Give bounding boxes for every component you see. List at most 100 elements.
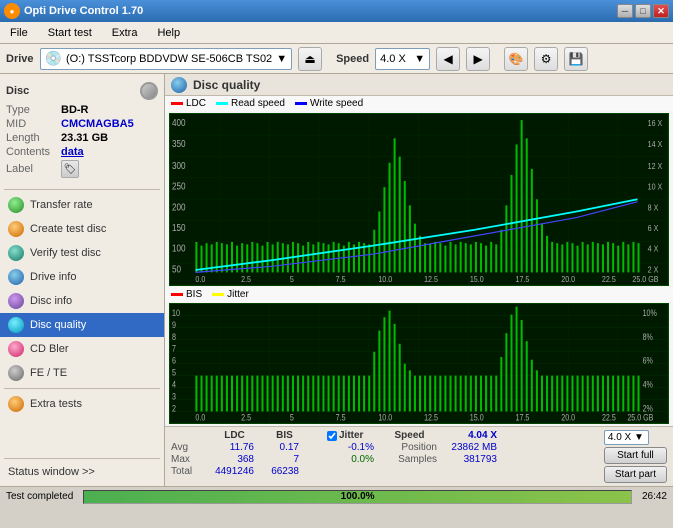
length-value: 23.31 GB (61, 132, 108, 144)
legend-ldc-color (171, 102, 183, 105)
main-layout: Disc Type BD-R MID CMCMAGBA5 Length 23.3… (0, 74, 673, 486)
legend-read-speed: Read speed (216, 98, 285, 109)
svg-text:10: 10 (172, 308, 180, 318)
transfer-rate-label: Transfer rate (30, 199, 93, 211)
legend-write-speed-color (295, 102, 307, 105)
sidebar-item-disc-info[interactable]: Disc info (0, 289, 164, 313)
legend-jitter: Jitter (212, 289, 249, 300)
mid-label: MID (6, 118, 61, 130)
sidebar-item-create-test-disc[interactable]: Create test disc (0, 217, 164, 241)
label-label: Label (6, 163, 61, 175)
top-chart-svg: 400 350 300 250 200 150 100 50 16 X 14 X… (170, 114, 668, 285)
sidebar-item-verify-test-disc[interactable]: Verify test disc (0, 241, 164, 265)
sidebar-item-fe-te[interactable]: FE / TE (0, 361, 164, 385)
legend-ldc: LDC (171, 98, 206, 109)
svg-text:14 X: 14 X (648, 139, 663, 149)
cd-bler-label: CD Bler (30, 343, 69, 355)
contents-value[interactable]: data (61, 146, 84, 158)
disc-info-label: Disc info (30, 295, 72, 307)
disc-section-label: Disc (6, 85, 29, 97)
close-button[interactable]: ✕ (653, 4, 669, 18)
svg-text:2 X: 2 X (648, 265, 659, 275)
svg-text:25.0 GB: 25.0 GB (632, 275, 658, 285)
legend-bis-label: BIS (186, 289, 202, 300)
disc-icon[interactable] (140, 82, 158, 100)
svg-text:300: 300 (172, 160, 186, 171)
legend-jitter-label: Jitter (227, 289, 249, 300)
svg-text:4 X: 4 X (648, 244, 659, 254)
svg-text:2.5: 2.5 (241, 412, 251, 422)
svg-text:15.0: 15.0 (470, 275, 484, 285)
drive-dropdown-icon: ▼ (276, 53, 287, 65)
color-button[interactable]: 🎨 (504, 47, 528, 71)
svg-text:10 X: 10 X (648, 182, 663, 192)
svg-text:2: 2 (172, 403, 176, 413)
samples-label: Samples (382, 454, 437, 465)
transfer-rate-icon (8, 197, 24, 213)
disc-properties: Type BD-R MID CMCMAGBA5 Length 23.31 GB … (6, 104, 158, 178)
avg-jitter: -0.1% (327, 442, 382, 453)
menu-extra[interactable]: Extra (106, 25, 144, 41)
svg-text:20.0: 20.0 (561, 275, 575, 285)
svg-text:5: 5 (172, 367, 176, 377)
svg-text:50: 50 (172, 264, 181, 275)
status-window-button[interactable]: Status window >> (0, 462, 164, 482)
total-label: Total (171, 466, 207, 477)
position-value: 23862 MB (437, 442, 497, 453)
next-speed-button[interactable]: ▶ (466, 47, 490, 71)
svg-text:10.0: 10.0 (378, 275, 392, 285)
sidebar-item-drive-info[interactable]: Drive info (0, 265, 164, 289)
start-part-button[interactable]: Start part (604, 466, 667, 483)
verify-test-disc-icon (8, 245, 24, 261)
mid-value[interactable]: CMCMAGBA5 (61, 118, 134, 130)
sidebar-divider-3 (4, 458, 160, 459)
max-jitter: 0.0% (327, 454, 382, 465)
menu-start-test[interactable]: Start test (42, 25, 98, 41)
app-title: Opti Drive Control 1.70 (24, 5, 143, 17)
speed-select[interactable]: 4.0 X ▼ (375, 48, 430, 70)
maximize-button[interactable]: □ (635, 4, 651, 18)
legend-bis: BIS (171, 289, 202, 300)
disc-quality-label: Disc quality (30, 319, 86, 331)
svg-text:200: 200 (172, 202, 186, 213)
start-full-button[interactable]: Start full (604, 447, 667, 464)
save-button[interactable]: 💾 (564, 47, 588, 71)
verify-test-disc-label: Verify test disc (30, 247, 101, 259)
svg-text:10%: 10% (643, 308, 658, 318)
speed-dropdown-value: 4.0 X (608, 432, 631, 443)
progress-text: 100.0% (84, 491, 631, 503)
sidebar-item-cd-bler[interactable]: CD Bler (0, 337, 164, 361)
drive-select[interactable]: 💿 (O:) TSSTcorp BDDVDW SE-506CB TS02 ▼ (40, 48, 293, 70)
prev-speed-button[interactable]: ◀ (436, 47, 460, 71)
minimize-button[interactable]: ─ (617, 4, 633, 18)
avg-bis: 0.17 (262, 442, 307, 453)
settings-button[interactable]: ⚙ (534, 47, 558, 71)
legend-jitter-color (212, 293, 224, 296)
svg-text:12.5: 12.5 (424, 412, 438, 422)
svg-text:400: 400 (172, 117, 186, 128)
svg-text:12.5: 12.5 (424, 275, 438, 285)
speed-dropdown-select[interactable]: 4.0 X ▼ (604, 430, 649, 445)
stats-table-left: LDC BIS Jitter Speed 4.04 X Avg 11.76 (171, 430, 497, 477)
progress-time: 26:42 (636, 491, 673, 502)
svg-text:150: 150 (172, 222, 186, 233)
type-value: BD-R (61, 104, 89, 116)
max-bis: 7 (262, 454, 307, 465)
menu-file[interactable]: File (4, 25, 34, 41)
svg-text:7.5: 7.5 (336, 275, 346, 285)
bottom-chart: 10 9 8 7 6 5 4 3 2 10% 8% 6% 4% 2% (169, 303, 669, 424)
sidebar-item-transfer-rate[interactable]: Transfer rate (0, 193, 164, 217)
sidebar-divider-1 (4, 189, 160, 190)
length-label: Length (6, 132, 61, 144)
sidebar-divider-2 (4, 388, 160, 389)
jitter-header: Jitter (339, 430, 363, 441)
speed-dropdown-icon: ▼ (414, 53, 425, 65)
sidebar-item-disc-quality[interactable]: Disc quality (0, 313, 164, 337)
svg-text:9: 9 (172, 320, 176, 330)
legend-write-speed: Write speed (295, 98, 363, 109)
jitter-checkbox[interactable] (327, 431, 337, 441)
label-icon[interactable]: 🏷 (61, 160, 79, 178)
menu-help[interactable]: Help (151, 25, 186, 41)
sidebar-item-extra-tests[interactable]: Extra tests (0, 392, 164, 416)
eject-button[interactable]: ⏏ (298, 47, 322, 71)
